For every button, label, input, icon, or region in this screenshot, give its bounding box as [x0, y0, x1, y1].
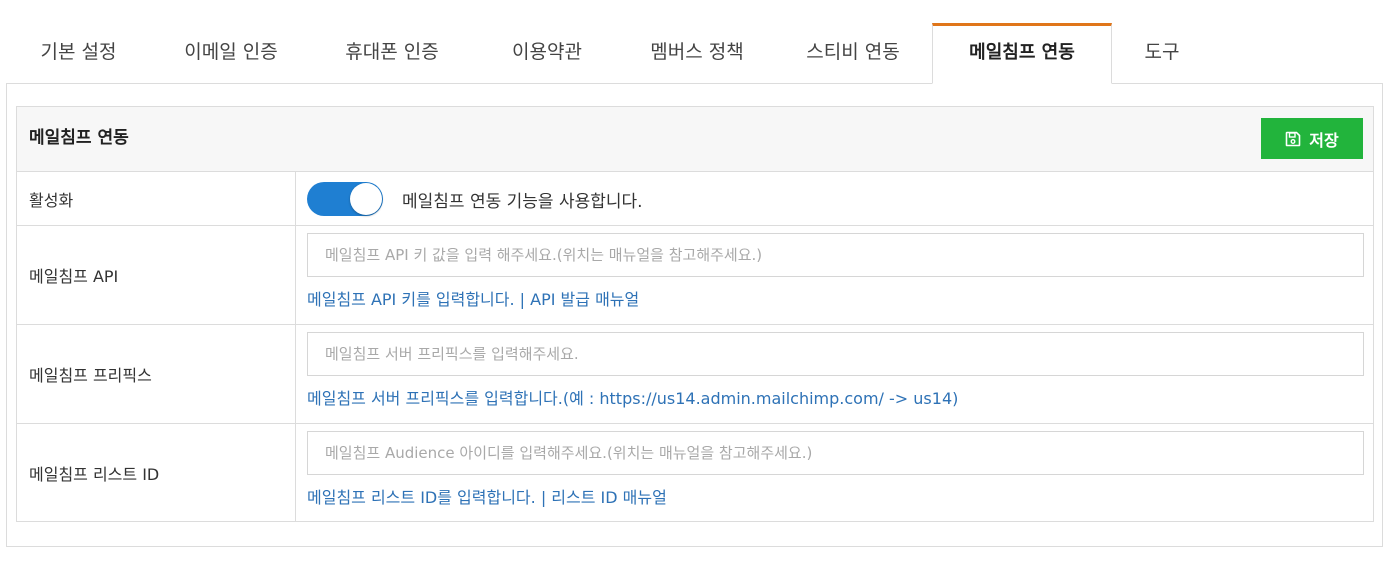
save-button-label: 저장 — [1309, 130, 1339, 150]
tab-terms[interactable]: 이용약관 — [473, 23, 621, 84]
list-id-help-link[interactable]: 메일침프 리스트 ID를 입력합니다. | 리스트 ID 매뉴얼 — [307, 484, 1363, 508]
api-row: 메일침프 API 메일침프 API 키를 입력합니다. | API 발급 매뉴얼 — [17, 226, 1373, 325]
tab-mailchimp-integration[interactable]: 메일침프 연동 — [932, 23, 1112, 84]
list-id-row: 메일침프 리스트 ID 메일침프 리스트 ID를 입력합니다. | 리스트 ID… — [17, 424, 1373, 521]
settings-tab-bar: 기본 설정 이메일 인증 휴대폰 인증 이용약관 멤버스 정책 스티비 연동 메… — [6, 23, 1383, 84]
tab-basic-settings[interactable]: 기본 설정 — [6, 23, 151, 84]
activation-row: 활성화 메일침프 연동 기능을 사용합니다. — [17, 172, 1373, 226]
tab-phone-verification[interactable]: 휴대폰 인증 — [311, 23, 473, 84]
toggle-knob — [350, 183, 382, 215]
list-id-label: 메일침프 리스트 ID — [17, 424, 296, 521]
tab-email-verification[interactable]: 이메일 인증 — [151, 23, 311, 84]
tab-content-panel: 메일침프 연동 저장 활성화 메일침프 연동 기능을 사용합니다. 메일침프 A… — [6, 84, 1383, 547]
tab-tools[interactable]: 도구 — [1112, 23, 1212, 84]
section-header: 메일침프 연동 저장 — [17, 107, 1373, 172]
server-prefix-input[interactable] — [307, 332, 1364, 376]
save-button[interactable]: 저장 — [1261, 118, 1363, 159]
api-key-input[interactable] — [307, 233, 1364, 277]
mailchimp-settings-table: 메일침프 연동 저장 활성화 메일침프 연동 기능을 사용합니다. 메일침프 A… — [16, 106, 1374, 522]
activation-label: 활성화 — [17, 172, 296, 225]
floppy-disk-icon — [1285, 131, 1301, 147]
activation-description: 메일침프 연동 기능을 사용합니다. — [402, 191, 643, 212]
prefix-help-text[interactable]: 메일침프 서버 프리픽스를 입력합니다.(예 : https://us14.ad… — [307, 385, 1363, 409]
activation-toggle[interactable] — [307, 182, 383, 216]
tab-stibee-integration[interactable]: 스티비 연동 — [773, 23, 933, 84]
tab-members-policy[interactable]: 멤버스 정책 — [621, 23, 773, 84]
section-title: 메일침프 연동 — [29, 128, 129, 148]
api-help-link[interactable]: 메일침프 API 키를 입력합니다. | API 발급 매뉴얼 — [307, 286, 1363, 310]
list-id-input[interactable] — [307, 431, 1364, 475]
api-label: 메일침프 API — [17, 226, 296, 324]
prefix-row: 메일침프 프리픽스 메일침프 서버 프리픽스를 입력합니다.(예 : https… — [17, 325, 1373, 424]
prefix-label: 메일침프 프리픽스 — [17, 325, 296, 423]
